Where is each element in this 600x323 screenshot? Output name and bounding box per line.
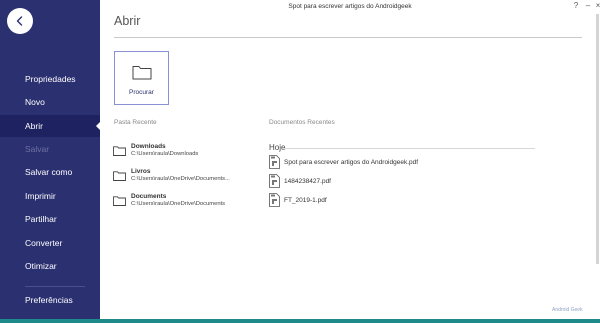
recent-folder-livros[interactable]: Livros C:\Users\raula\OneDrive\Documents… [113,168,253,188]
title-divider [114,37,582,38]
sidebar-item-partilhar[interactable]: Partilhar [0,208,100,230]
folder-name: Downloads [131,143,166,150]
main-panel: Spot para escrever artigos do Androidgee… [100,0,600,319]
browse-label: Procurar [129,89,154,96]
folder-path: C:\Users\raula\Downloads [131,151,199,157]
scrollbar[interactable] [596,14,600,264]
group-divider [285,148,535,149]
watermark-logo: Android Geek [552,307,583,313]
recent-documents-label: Documentos Recentes [269,119,335,126]
sidebar-item-propriedades[interactable]: Propriedades [0,68,100,90]
recent-folder-documents[interactable]: Documents C:\Users\raula\OneDrive\Docume… [113,193,253,213]
taskbar-strip [0,319,600,323]
document-name: Spot para escrever artigos do Androidgee… [284,159,419,166]
back-button[interactable] [7,8,33,34]
document-name: FT_2019-1.pdf [284,197,327,204]
folder-icon [113,196,126,206]
folder-path: C:\Users\raula\OneDrive\Documents... [131,176,230,182]
pdf-file-icon [269,174,280,188]
scrollbar-thumb[interactable] [596,14,599,264]
sidebar-item-otimizar[interactable]: Otimizar [0,255,100,277]
recent-document[interactable]: 1484238427.pdf [269,174,469,190]
sidebar-item-preferencias[interactable]: Preferências [0,289,100,311]
sidebar-item-imprimir[interactable]: Imprimir [0,185,100,207]
help-button[interactable]: ? [570,1,582,11]
window-title: Spot para escrever artigos do Androidgee… [288,3,412,10]
folder-path: C:\Users\raula\OneDrive\Documents [131,201,226,207]
folder-icon [113,171,126,181]
folder-icon [113,146,126,156]
folder-icon [132,66,152,80]
pdf-file-icon [269,193,280,207]
recent-folders-label: Pasta Recente [114,119,157,126]
document-name: 1484238427.pdf [284,178,331,185]
page-title: Abrir [114,14,141,28]
sidebar-item-label: Abrir [25,121,43,131]
browse-button[interactable]: Procurar [114,51,169,105]
sidebar-item-salvar: Salvar [25,144,50,154]
sidebar-item-salvar-como[interactable]: Salvar como [0,161,100,183]
sidebar-item-converter[interactable]: Converter [0,232,100,254]
sidebar-item-abrir[interactable]: Abrir [0,115,100,137]
folder-name: Livros [131,168,151,175]
sidebar: Propriedades Novo Abrir Salvar Salvar co… [0,0,100,319]
sidebar-divider [25,286,85,287]
recent-document[interactable]: Spot para escrever artigos do Androidgee… [269,155,469,171]
close-button[interactable]: × [592,1,600,11]
document-group-heading: Hoje [269,143,286,152]
folder-name: Documents [131,193,167,200]
chevron-left-icon [16,16,23,26]
pdf-file-icon [269,155,280,169]
sidebar-item-novo[interactable]: Novo [0,91,100,113]
recent-document[interactable]: FT_2019-1.pdf [269,193,469,209]
recent-folder-downloads[interactable]: Downloads C:\Users\raula\Downloads [113,143,253,163]
